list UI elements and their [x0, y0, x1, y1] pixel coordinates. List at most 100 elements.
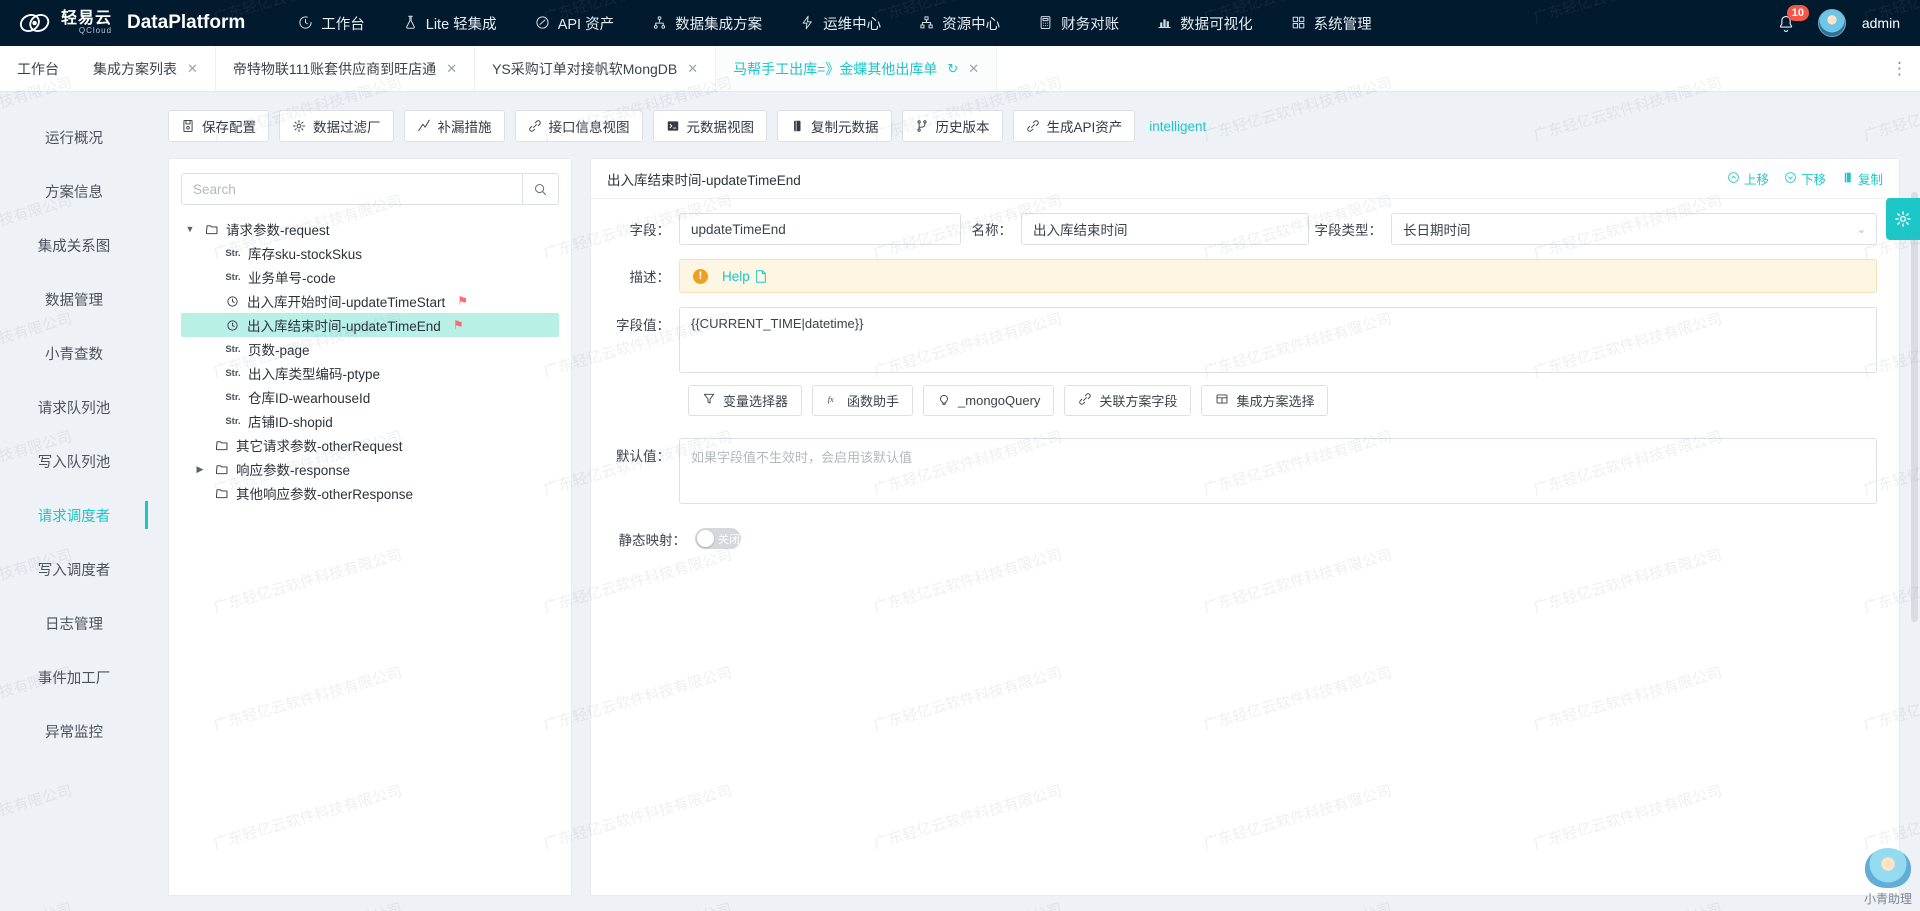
scrollbar-thumb[interactable]: [1911, 192, 1918, 622]
static-mapping-state: 关闭: [718, 533, 740, 546]
sidebar-item-9[interactable]: 写入调度者: [0, 542, 148, 596]
field-value-textarea[interactable]: {{CURRENT_TIME|datetime}}: [679, 307, 1877, 373]
field-name-input[interactable]: 出入库结束时间: [1021, 213, 1309, 245]
username-label[interactable]: admin: [1862, 15, 1900, 31]
sidebar-item-2[interactable]: 方案信息: [0, 164, 148, 218]
main-scrollbar[interactable]: [1911, 192, 1918, 792]
detail-action-3[interactable]: 复制: [1841, 169, 1883, 188]
tree-node-label: 出入库结束时间-updateTimeEnd: [247, 319, 441, 334]
search-button[interactable]: [522, 174, 558, 204]
tree-node-8[interactable]: Str. 仓库ID-wearhouseId: [181, 385, 559, 409]
sidebar-item-10[interactable]: 日志管理: [0, 596, 148, 650]
tab-3[interactable]: 帝特物联111账套供应商到旺店通 ✕: [216, 46, 476, 91]
sidebar-item-4[interactable]: 数据管理: [0, 272, 148, 326]
intelligent-link[interactable]: intelligent: [1149, 119, 1206, 134]
toolbar-button-label: 接口信息视图: [548, 120, 630, 135]
arrow-down-circle-icon: [1784, 171, 1797, 187]
sidebar-item-6[interactable]: 请求队列池: [0, 380, 148, 434]
tree-search[interactable]: [181, 173, 559, 205]
tree-node-2[interactable]: Str. 库存sku-stockSkus: [181, 241, 559, 265]
tab-close-icon[interactable]: ✕: [687, 61, 698, 77]
tree-node-12[interactable]: ▶其他响应参数-otherResponse: [181, 481, 559, 505]
nav-item-5[interactable]: 运维中心: [781, 0, 900, 46]
terminal-icon: [667, 121, 678, 131]
sidebar-item-8[interactable]: 请求调度者: [0, 488, 148, 542]
toggle-knob: [697, 530, 714, 547]
nav-item-7[interactable]: 财务对账: [1019, 0, 1138, 46]
default-value-textarea[interactable]: 如果字段值不生效时，会启用该默认值: [679, 438, 1877, 504]
tree-node-label: 出入库类型编码-ptype: [248, 367, 381, 382]
tree-node-5[interactable]: 出入库结束时间-updateTimeEnd ⚑: [181, 313, 559, 337]
toolbar-button-5[interactable]: 元数据视图: [652, 110, 767, 142]
detail-action-2[interactable]: 下移: [1784, 169, 1826, 188]
toolbar-button-1[interactable]: 保存配置: [168, 110, 269, 142]
nav-item-6[interactable]: 资源中心: [900, 0, 1019, 46]
toolbar-button-label: 补漏措施: [437, 120, 492, 135]
avatar[interactable]: [1817, 9, 1846, 37]
gear-icon: [292, 119, 306, 133]
tree-node-3[interactable]: Str. 业务单号-code: [181, 265, 559, 289]
toolbar-button-3[interactable]: 补漏措施: [403, 110, 505, 142]
sidebar-item-1[interactable]: 运行概况: [0, 110, 148, 164]
sidebar-item-5[interactable]: 小青查数: [0, 326, 148, 380]
search-input[interactable]: [182, 174, 522, 204]
toolbar-button-2[interactable]: 数据过滤厂: [279, 110, 394, 142]
assistant-widget[interactable]: 小青助理: [1864, 848, 1912, 907]
notifications-button[interactable]: 10: [1776, 5, 1809, 38]
sidebar-item-11[interactable]: 事件加工厂: [0, 650, 148, 704]
settings-fab-button[interactable]: [1886, 198, 1920, 240]
tree-node-6[interactable]: Str. 页数-page: [181, 337, 559, 361]
description-label: 描述：: [629, 270, 671, 285]
sidebar-item-3[interactable]: 集成关系图: [0, 218, 148, 272]
tab-1[interactable]: 工作台: [0, 46, 76, 91]
tab-5[interactable]: 马帮手工出库=》金蝶其他出库单 ↻ ✕: [716, 46, 998, 91]
tab-label: 集成方案列表: [93, 60, 177, 77]
tree-node-9[interactable]: Str. 店铺ID-shopid: [181, 409, 559, 433]
tab-close-icon[interactable]: ✕: [446, 61, 457, 77]
tab-2[interactable]: 集成方案列表 ✕: [76, 46, 216, 91]
value-button-5[interactable]: 集成方案选择: [1201, 385, 1329, 416]
sidebar-item-12[interactable]: 异常监控: [0, 704, 148, 758]
flag-icon: ⚑: [457, 294, 469, 308]
tree-caret-icon[interactable]: ▼: [183, 224, 197, 234]
value-button-1[interactable]: 变量选择器: [688, 385, 803, 416]
bulb-icon: [940, 394, 948, 405]
tree-node-11[interactable]: ▶ 响应参数-response: [181, 457, 559, 481]
nav-item-4[interactable]: 数据集成方案: [633, 0, 781, 46]
tab-close-icon[interactable]: ✕: [968, 61, 979, 77]
field-code-input[interactable]: updateTimeEnd: [679, 213, 961, 245]
tree-node-1[interactable]: ▼ 请求参数-request: [181, 217, 559, 241]
value-button-2[interactable]: fx 函数助手: [812, 385, 914, 416]
toolbar-button-7[interactable]: 历史版本: [901, 110, 1003, 142]
tree-node-4[interactable]: 出入库开始时间-updateTimeStart ⚑: [181, 289, 559, 313]
tab-4[interactable]: YS采购订单对接帆软MongDB ✕: [475, 46, 717, 91]
toolbar-button-6[interactable]: 复制元数据: [777, 110, 892, 142]
detail-action-1[interactable]: 上移: [1727, 169, 1769, 188]
chevron-down-icon: ⌄: [1856, 223, 1866, 236]
toolbar-button-4[interactable]: 接口信息视图: [514, 110, 643, 142]
tree-node-7[interactable]: Str. 出入库类型编码-ptype: [181, 361, 559, 385]
nav-item-8[interactable]: 数据可视化: [1138, 0, 1272, 46]
nav-item-3[interactable]: API 资产: [516, 0, 633, 46]
arrow-up-circle-icon: [1727, 171, 1740, 187]
value-button-4[interactable]: 关联方案字段: [1064, 385, 1192, 416]
sidebar-item-7[interactable]: 写入队列池: [0, 434, 148, 488]
tab-close-icon[interactable]: ✕: [187, 61, 198, 77]
bar-chart-icon: [1157, 15, 1173, 31]
tree-node-10[interactable]: ▶其它请求参数-otherRequest: [181, 433, 559, 457]
tree-node-label: 店铺ID-shopid: [248, 415, 333, 430]
nav-item-9[interactable]: 系统管理: [1272, 0, 1391, 46]
value-button-3[interactable]: _mongoQuery: [923, 385, 1055, 416]
string-type-tag: Str.: [225, 247, 241, 259]
tabbar-more-button[interactable]: ⋮: [1880, 46, 1920, 91]
brand-logo-area[interactable]: 轻易云 QCloud DataPlatform: [0, 6, 245, 40]
toolbar-button-8[interactable]: 生成API资产: [1012, 110, 1136, 142]
static-mapping-toggle[interactable]: 关闭: [695, 528, 741, 549]
tree-caret-icon[interactable]: ▶: [193, 464, 207, 475]
clock-icon: [299, 16, 312, 29]
field-type-select[interactable]: 长日期时间 ⌄: [1391, 213, 1877, 245]
tab-refresh-icon[interactable]: ↻: [947, 61, 958, 77]
nav-item-1[interactable]: 工作台: [279, 0, 384, 46]
help-link[interactable]: Help: [722, 269, 767, 284]
nav-item-2[interactable]: Lite 轻集成: [384, 0, 516, 46]
